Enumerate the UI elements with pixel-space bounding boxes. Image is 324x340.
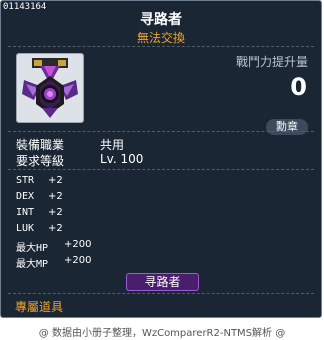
stat-value: +200 bbox=[64, 239, 92, 250]
stat-row: INT +2 bbox=[16, 207, 63, 218]
stat-value: +2 bbox=[48, 191, 63, 202]
power-increase-label: 戰鬥力提升量 bbox=[235, 55, 308, 69]
stat-row: DEX +2 bbox=[16, 191, 63, 202]
stat-value: +2 bbox=[48, 175, 63, 186]
requirement-label: 裝備職業 bbox=[16, 138, 65, 152]
stat-name: LUK bbox=[16, 223, 35, 234]
power-increase-value: 0 bbox=[290, 73, 307, 101]
item-tooltip: 01143164 寻路者 無法交換 戰鬥力提升量 0 勳章 裝備職業 共用 要求… bbox=[0, 0, 322, 318]
divider bbox=[8, 169, 314, 170]
stat-name: DEX bbox=[16, 191, 35, 202]
item-icon-frame bbox=[16, 53, 84, 123]
divider bbox=[8, 46, 314, 47]
divider bbox=[8, 131, 314, 132]
trade-status: 無法交換 bbox=[136, 31, 185, 45]
stat-row: 最大HP +200 bbox=[16, 239, 91, 254]
stat-value: +2 bbox=[48, 223, 63, 234]
item-title: 寻路者 bbox=[140, 12, 182, 28]
exclusive-item-label: 專屬道具 bbox=[15, 300, 64, 314]
footer-credit: @ 数据由小册子整理，WzComparerR2-NTMS解析 @ bbox=[38, 328, 286, 339]
stat-name: STR bbox=[16, 175, 35, 186]
requirement-label: 要求等級 bbox=[16, 154, 65, 168]
requirement-value: Lv. 100 bbox=[100, 152, 144, 166]
category-badge: 勳章 bbox=[266, 119, 308, 135]
stat-row: STR +2 bbox=[16, 175, 63, 186]
divider bbox=[8, 293, 314, 294]
stat-value: +200 bbox=[64, 255, 92, 266]
medal-name-tag: 寻路者 bbox=[126, 273, 199, 291]
stat-row: 最大MP +200 bbox=[16, 255, 91, 270]
stat-name: 最大MP bbox=[16, 259, 49, 270]
purple-winged-medal-icon bbox=[22, 58, 78, 118]
stat-value: +2 bbox=[48, 207, 63, 218]
stat-name: INT bbox=[16, 207, 35, 218]
requirement-value: 共用 bbox=[100, 138, 125, 152]
stat-row: LUK +2 bbox=[16, 223, 63, 234]
stat-name: 最大HP bbox=[16, 243, 49, 254]
